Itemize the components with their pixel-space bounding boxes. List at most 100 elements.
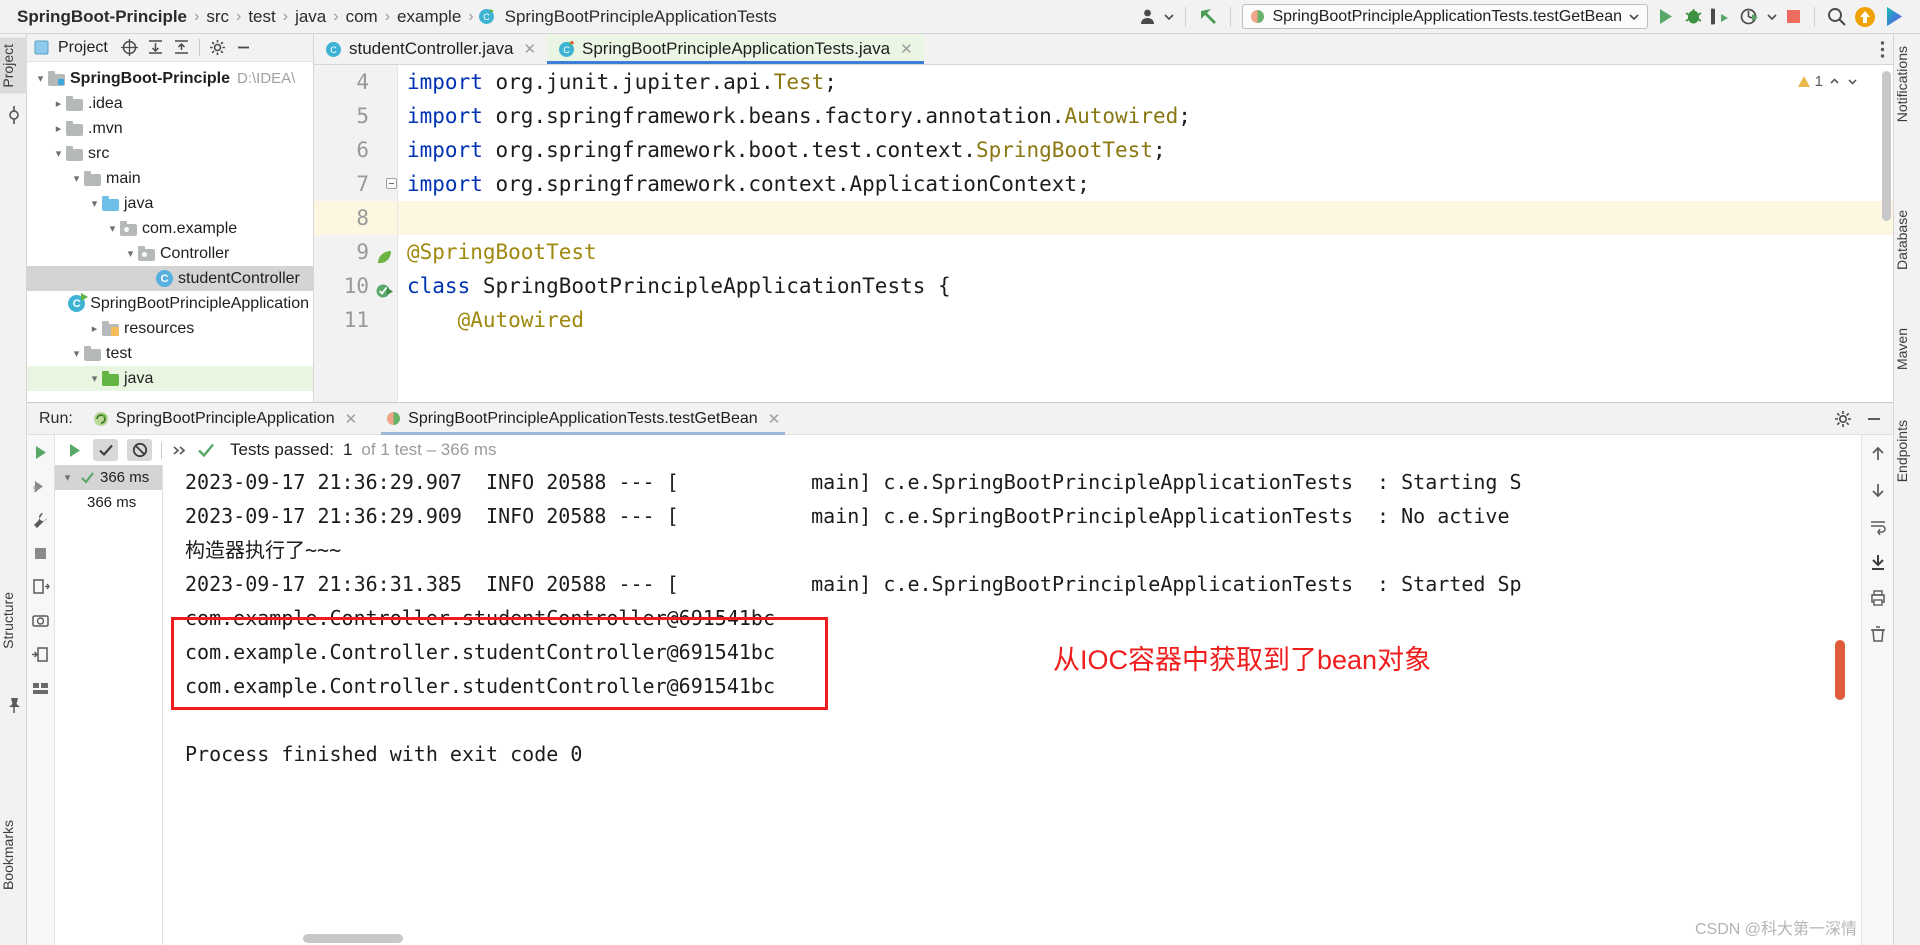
code-line[interactable]: class SpringBootPrincipleApplicationTest…	[398, 269, 1893, 303]
gutter-line[interactable]: 8	[314, 201, 397, 235]
layout-icon[interactable]	[31, 679, 50, 698]
clear-all-icon[interactable]	[1869, 625, 1887, 643]
sidebar-item-structure[interactable]: Structure	[0, 586, 27, 655]
chevron-down-icon[interactable]: ▾	[51, 147, 66, 160]
chevron-right-icon[interactable]: ▸	[51, 97, 66, 110]
debug-icon[interactable]	[1683, 6, 1704, 27]
chevron-down-icon[interactable]: ▾	[87, 372, 102, 385]
tree-item--mvn[interactable]: ▸ .mvn	[27, 116, 313, 141]
test-results-tree[interactable]: ▾ 366 ms 366 ms	[55, 465, 163, 945]
test-tree-row[interactable]: ▾ 366 ms	[55, 465, 162, 490]
chevron-down-icon[interactable]	[1629, 12, 1639, 22]
console-horizontal-scrollbar[interactable]	[303, 934, 403, 943]
run-tab-application[interactable]: SpringBootPrincipleApplication ✕	[84, 403, 366, 435]
gear-icon[interactable]	[209, 39, 226, 56]
breadcrumb-item-java[interactable]: java	[292, 7, 329, 27]
sidebar-item-project[interactable]: Project	[0, 38, 27, 94]
screenshot-icon[interactable]	[31, 611, 50, 630]
chevron-down-icon[interactable]: ▾	[60, 471, 75, 484]
expand-all-icon[interactable]	[147, 39, 164, 56]
tree-item-springbootprincipleapplication[interactable]: C SpringBootPrincipleApplication	[27, 291, 313, 316]
stop-square-icon[interactable]	[32, 545, 49, 562]
chevron-down-icon[interactable]	[1164, 12, 1175, 22]
breadcrumb-item-example[interactable]: example	[394, 7, 464, 27]
console-vertical-scrollbar[interactable]	[1835, 640, 1845, 700]
run-test-icon[interactable]	[375, 277, 394, 298]
tree-item-springboot-principle[interactable]: ▾ SpringBoot-Principle D:\IDEA\	[27, 66, 313, 91]
breadcrumb-item-com[interactable]: com	[343, 7, 381, 27]
close-icon[interactable]: ✕	[900, 40, 913, 58]
editor-tab-studentcontroller[interactable]: C studentController.java ✕	[314, 34, 547, 64]
profiler-icon[interactable]	[1739, 6, 1760, 27]
expand-icon[interactable]	[171, 443, 188, 458]
breadcrumb-item-src[interactable]: src	[203, 7, 232, 27]
back-arrow-icon[interactable]	[1197, 6, 1219, 28]
close-icon[interactable]: ✕	[345, 410, 358, 428]
settings-wrench-icon[interactable]	[31, 511, 50, 530]
rerun-failed-icon[interactable]: 9	[31, 477, 50, 496]
code-editor[interactable]: 4 5 6 7 8 9 10 11 import org.junit.jupiter.api.…	[314, 65, 1893, 402]
tree-item-studentcontroller[interactable]: CstudentController	[27, 266, 313, 291]
run-coverage-icon[interactable]	[1711, 6, 1732, 27]
chevron-down-icon[interactable]: ▾	[33, 72, 48, 85]
gear-icon[interactable]	[1834, 410, 1852, 428]
breadcrumb-item-test[interactable]: test	[245, 7, 278, 27]
chevron-down-icon[interactable]	[1846, 75, 1859, 88]
tree-item-java[interactable]: ▾ java	[27, 366, 313, 391]
tree-item-test[interactable]: ▾ test	[27, 341, 313, 366]
breadcrumb-item-project[interactable]: SpringBoot-Principle	[14, 7, 190, 27]
code-line[interactable]	[398, 201, 1893, 235]
minimize-icon[interactable]	[1865, 410, 1883, 428]
tree-item-com-example[interactable]: ▾ com.example	[27, 216, 313, 241]
console-output[interactable]: 2023-09-17 21:36:29.907 INFO 20588 --- […	[163, 465, 1847, 945]
locate-icon[interactable]	[120, 39, 138, 56]
run-configuration-selector[interactable]: SpringBootPrincipleApplicationTests.test…	[1242, 4, 1648, 29]
sidebar-item-bookmarks[interactable]: Bookmarks	[0, 814, 27, 896]
user-icon[interactable]	[1138, 7, 1157, 26]
chevron-down-icon[interactable]	[1767, 12, 1777, 22]
hide-icon[interactable]	[235, 39, 252, 56]
chevron-up-icon[interactable]	[1828, 75, 1841, 88]
gutter-line[interactable]: 9	[314, 235, 397, 269]
chevron-down-icon[interactable]: ▾	[123, 247, 138, 260]
editor-tab-springboottests[interactable]: C SpringBootPrincipleApplicationTests.ja…	[547, 34, 924, 64]
code-line[interactable]: import org.springframework.boot.test.con…	[398, 133, 1893, 167]
test-tree-row[interactable]: 366 ms	[55, 490, 162, 515]
scroll-to-end-icon[interactable]	[1869, 553, 1887, 571]
tree-item-src[interactable]: ▾ src	[27, 141, 313, 166]
close-icon[interactable]: ✕	[768, 410, 781, 428]
project-tree[interactable]: ▾ SpringBoot-Principle D:\IDEA\ ▸ .idea ▸ .mvn…	[27, 62, 313, 401]
gutter-line[interactable]: 7	[314, 167, 397, 201]
show-ignored-toggle[interactable]	[127, 439, 152, 461]
tree-item--idea[interactable]: ▸ .idea	[27, 91, 313, 116]
sidebar-item-notifications[interactable]: Notifications	[1894, 40, 1920, 128]
collapse-all-icon[interactable]	[173, 39, 190, 56]
breadcrumb-item-class[interactable]: SpringBootPrincipleApplicationTests	[502, 7, 780, 27]
tree-item-main[interactable]: ▾ main	[27, 166, 313, 191]
chevron-down-icon[interactable]: ▾	[105, 222, 120, 235]
stop-icon[interactable]	[1784, 7, 1803, 26]
tree-item-resources[interactable]: ▸ resources	[27, 316, 313, 341]
code-line[interactable]: @SpringBootTest	[398, 235, 1893, 269]
search-icon[interactable]	[1826, 6, 1847, 27]
show-passed-toggle[interactable]	[93, 439, 118, 461]
editor-vertical-scrollbar[interactable]	[1882, 71, 1891, 221]
rerun-icon[interactable]	[65, 441, 84, 460]
code-line[interactable]: import org.springframework.beans.factory…	[398, 99, 1893, 133]
gutter-line[interactable]: 5	[314, 99, 397, 133]
chevron-down-icon[interactable]: ▾	[69, 347, 84, 360]
commit-icon[interactable]	[5, 106, 23, 124]
editor-gutter[interactable]: 4 5 6 7 8 9 10 11	[314, 65, 398, 402]
gutter-line[interactable]: 11	[314, 303, 397, 337]
chevron-right-icon[interactable]: ▸	[51, 122, 66, 135]
run-icon[interactable]	[1655, 6, 1676, 27]
sidebar-item-endpoints[interactable]: Endpoints	[1894, 414, 1920, 488]
chevron-right-icon[interactable]: ▸	[87, 322, 102, 335]
tree-item-controller[interactable]: ▾ Controller	[27, 241, 313, 266]
rerun-icon[interactable]	[31, 443, 50, 462]
print-icon[interactable]	[1869, 589, 1887, 607]
code-line[interactable]: import org.junit.jupiter.api.Test;	[398, 65, 1893, 99]
code-fold-icon[interactable]	[386, 178, 397, 189]
gutter-line[interactable]: 6	[314, 133, 397, 167]
pin-icon[interactable]	[5, 696, 23, 714]
